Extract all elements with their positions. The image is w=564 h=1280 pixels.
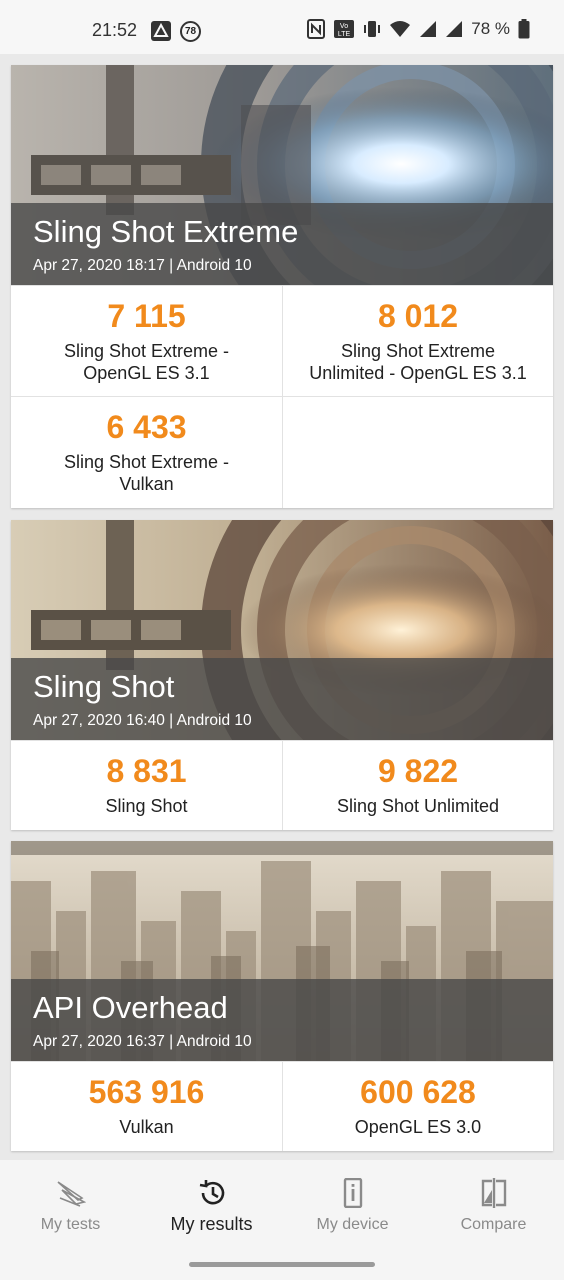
score-label: Sling Shot Extreme Unlimited - OpenGL ES… — [309, 341, 527, 383]
result-card-sling-shot[interactable]: Sling Shot Apr 27, 2020 16:40 | Android … — [11, 520, 553, 830]
empty-score-cell — [282, 396, 553, 508]
score-cell[interactable]: 7 115 Sling Shot Extreme - OpenGL ES 3.1 — [11, 285, 282, 396]
vibrate-icon — [364, 21, 381, 37]
result-date: Apr 27, 2020 16:40 | Android 10 — [33, 712, 252, 729]
result-card-caption: Sling Shot Apr 27, 2020 16:40 | Android … — [11, 658, 553, 740]
result-card-sling-shot-extreme[interactable]: Sling Shot Extreme Apr 27, 2020 18:17 | … — [11, 65, 553, 508]
nav-label: My tests — [40, 1216, 101, 1233]
app-notification-icon — [151, 21, 171, 41]
svg-text:Vo: Vo — [340, 23, 348, 30]
score-label: Sling Shot — [105, 796, 188, 816]
result-date: Apr 27, 2020 16:37 | Android 10 — [33, 1033, 252, 1050]
result-card-hero: Sling Shot Apr 27, 2020 16:40 | Android … — [11, 520, 553, 740]
nav-label: Compare — [460, 1216, 527, 1233]
home-indicator[interactable] — [189, 1262, 375, 1267]
result-title: API Overhead — [33, 990, 228, 1025]
score-value: 9 822 — [377, 753, 459, 789]
score-value: 8 831 — [106, 753, 187, 789]
nav-my-results[interactable]: My results — [141, 1178, 282, 1235]
score-label: Vulkan — [119, 1117, 174, 1137]
result-card-caption: Sling Shot Extreme Apr 27, 2020 18:17 | … — [11, 203, 553, 285]
nav-my-tests[interactable]: My tests — [0, 1178, 141, 1234]
result-card-api-overhead[interactable]: API Overhead Apr 27, 2020 16:37 | Androi… — [11, 841, 553, 1151]
score-cell[interactable]: 563 916 Vulkan — [11, 1061, 282, 1151]
score-value: 563 916 — [88, 1074, 205, 1110]
notification-count-badge: 78 — [180, 20, 201, 42]
score-cell[interactable]: 6 433 Sling Shot Extreme - Vulkan — [11, 396, 282, 508]
result-card-hero: Sling Shot Extreme Apr 27, 2020 18:17 | … — [11, 65, 553, 285]
score-cell[interactable]: 600 628 OpenGL ES 3.0 — [282, 1061, 553, 1151]
nav-label: My results — [170, 1214, 253, 1234]
score-grid: 563 916 Vulkan 600 628 OpenGL ES 3.0 — [11, 1061, 553, 1151]
score-value: 600 628 — [360, 1074, 476, 1110]
score-cell[interactable]: 9 822 Sling Shot Unlimited — [282, 740, 553, 830]
benchmark-logo-icon — [56, 1181, 86, 1207]
nav-my-device[interactable]: My device — [282, 1178, 423, 1234]
result-card-caption: API Overhead Apr 27, 2020 16:37 | Androi… — [11, 979, 553, 1061]
score-label: Sling Shot Extreme - OpenGL ES 3.1 — [63, 341, 230, 383]
result-date: Apr 27, 2020 18:17 | Android 10 — [33, 257, 252, 274]
score-cell[interactable]: 8 831 Sling Shot — [11, 740, 282, 830]
wifi-icon — [390, 21, 411, 37]
signal-icon — [420, 21, 437, 37]
device-info-icon — [343, 1178, 362, 1208]
svg-text:LTE: LTE — [338, 31, 351, 38]
score-label: OpenGL ES 3.0 — [354, 1117, 482, 1137]
score-value: 7 115 — [107, 298, 186, 334]
signal-icon — [446, 21, 463, 37]
nav-label: My device — [316, 1216, 389, 1233]
battery-percent: 78 % — [471, 19, 510, 38]
score-grid: 8 831 Sling Shot 9 822 Sling Shot Unlimi… — [11, 740, 553, 830]
nav-compare[interactable]: Compare — [423, 1178, 564, 1234]
status-bar: 21:52 78 Vo LTE 78 % — [0, 0, 564, 54]
score-label: Sling Shot Unlimited — [336, 796, 500, 816]
score-value: 6 433 — [106, 409, 187, 445]
result-title: Sling Shot Extreme — [33, 214, 299, 249]
status-time: 21:52 — [92, 20, 138, 40]
battery-icon — [518, 19, 530, 39]
history-icon — [199, 1180, 224, 1205]
score-grid: 7 115 Sling Shot Extreme - OpenGL ES 3.1… — [11, 285, 553, 508]
volte-icon: Vo LTE — [334, 20, 355, 38]
score-cell[interactable]: 8 012 Sling Shot Extreme Unlimited - Ope… — [282, 285, 553, 396]
score-value: 8 012 — [377, 298, 459, 334]
score-label: Sling Shot Extreme - Vulkan — [63, 452, 230, 494]
result-title: Sling Shot — [33, 669, 175, 704]
compare-icon — [481, 1178, 506, 1208]
nfc-icon — [307, 19, 326, 39]
result-card-hero: API Overhead Apr 27, 2020 16:37 | Androi… — [11, 841, 553, 1061]
